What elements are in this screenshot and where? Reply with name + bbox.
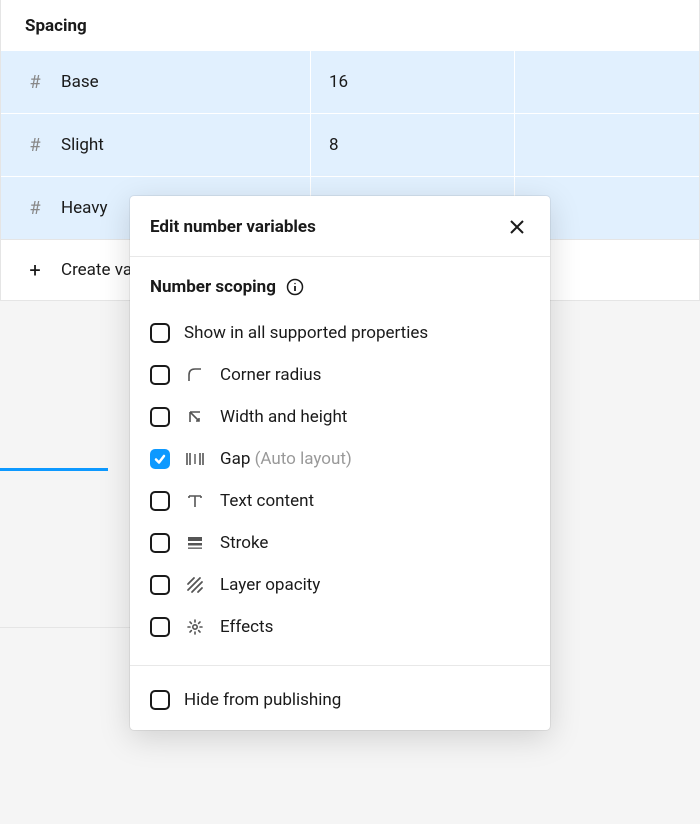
scope-label: Width and height bbox=[220, 407, 347, 427]
checkbox[interactable] bbox=[150, 323, 170, 343]
scope-list: Show in all supported properties Corner … bbox=[150, 315, 530, 645]
scope-label: Show in all supported properties bbox=[184, 323, 428, 343]
checkmark-icon bbox=[153, 452, 167, 466]
hide-from-publishing[interactable]: Hide from publishing bbox=[150, 682, 530, 710]
corner-radius-icon bbox=[184, 366, 206, 384]
row-end bbox=[515, 114, 700, 176]
create-variable-label: Create va bbox=[61, 260, 132, 280]
scope-label: Effects bbox=[220, 617, 273, 637]
hide-publishing-label: Hide from publishing bbox=[184, 690, 341, 710]
scoping-header: Number scoping bbox=[150, 277, 530, 297]
scope-effects[interactable]: Effects bbox=[150, 609, 530, 645]
checkbox[interactable] bbox=[150, 491, 170, 511]
scope-label: Corner radius bbox=[220, 365, 321, 385]
stroke-icon bbox=[184, 534, 206, 552]
scope-stroke[interactable]: Stroke bbox=[150, 525, 530, 561]
variable-name-cell: # Base bbox=[1, 51, 311, 113]
table-row[interactable]: # Slight 8 bbox=[1, 113, 699, 176]
dialog-body: Number scoping Show in all supported pro… bbox=[130, 257, 550, 653]
dialog-footer: Hide from publishing bbox=[130, 665, 550, 730]
edit-variables-dialog: Edit number variables Number scoping Sho… bbox=[130, 196, 550, 730]
scope-layer-opacity[interactable]: Layer opacity bbox=[150, 567, 530, 603]
checkbox[interactable] bbox=[150, 533, 170, 553]
text-icon bbox=[184, 492, 206, 510]
gap-label-text: Gap bbox=[220, 449, 250, 469]
number-icon: # bbox=[25, 198, 45, 219]
scope-label: Gap (Auto layout) bbox=[220, 449, 352, 469]
checkbox-checked[interactable] bbox=[150, 449, 170, 469]
section-title: Spacing bbox=[1, 0, 699, 50]
checkbox[interactable] bbox=[150, 617, 170, 637]
scoping-title: Number scoping bbox=[150, 277, 276, 297]
effects-icon bbox=[184, 618, 206, 636]
scope-label: Stroke bbox=[220, 533, 268, 553]
scope-corner-radius[interactable]: Corner radius bbox=[150, 357, 530, 393]
info-icon[interactable] bbox=[286, 278, 304, 296]
scope-label: Layer opacity bbox=[220, 575, 320, 595]
gap-hint-text: (Auto layout) bbox=[255, 449, 352, 469]
variable-name: Base bbox=[61, 72, 99, 92]
close-icon bbox=[508, 218, 526, 236]
checkbox[interactable] bbox=[150, 365, 170, 385]
variable-name: Slight bbox=[61, 135, 104, 155]
scope-label: Text content bbox=[220, 491, 314, 511]
scope-gap[interactable]: Gap (Auto layout) bbox=[150, 441, 530, 477]
variable-name-cell: # Slight bbox=[1, 114, 311, 176]
divider bbox=[0, 627, 130, 628]
row-end bbox=[515, 51, 700, 113]
checkbox[interactable] bbox=[150, 575, 170, 595]
scope-text-content[interactable]: Text content bbox=[150, 483, 530, 519]
gap-icon bbox=[184, 450, 206, 468]
number-icon: # bbox=[25, 72, 45, 93]
variable-value-cell[interactable]: 16 bbox=[311, 51, 515, 113]
variable-name: Heavy bbox=[61, 198, 108, 218]
number-icon: # bbox=[25, 135, 45, 156]
checkbox[interactable] bbox=[150, 690, 170, 710]
checkbox[interactable] bbox=[150, 407, 170, 427]
opacity-icon bbox=[184, 576, 206, 594]
scope-show-all[interactable]: Show in all supported properties bbox=[150, 315, 530, 351]
tab-indicator bbox=[0, 468, 108, 471]
close-button[interactable] bbox=[504, 214, 530, 240]
variable-value-cell[interactable]: 8 bbox=[311, 114, 515, 176]
dimensions-icon bbox=[184, 408, 206, 426]
plus-icon: + bbox=[25, 258, 45, 282]
scope-width-height[interactable]: Width and height bbox=[150, 399, 530, 435]
dialog-header: Edit number variables bbox=[130, 196, 550, 257]
dialog-title: Edit number variables bbox=[150, 217, 316, 237]
table-row[interactable]: # Base 16 bbox=[1, 50, 699, 113]
